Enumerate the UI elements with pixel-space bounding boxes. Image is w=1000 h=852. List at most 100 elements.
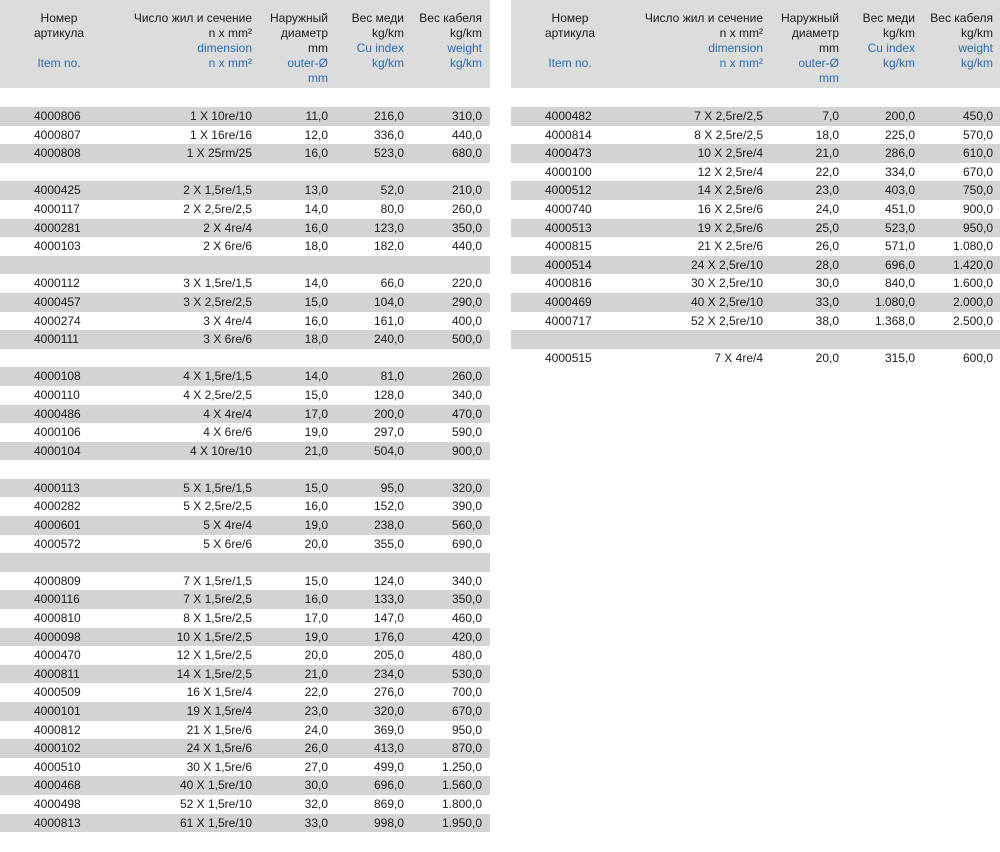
cell-dimension: 16 X 2,5re/6 — [697, 201, 763, 216]
header-line-ru: Вес меди — [351, 11, 404, 25]
cell-dimension: 1 X 16re/16 — [189, 127, 252, 142]
header-item-no: Номер артикула Item no. — [525, 11, 615, 71]
cell-cu-index: 200,0 — [373, 406, 404, 421]
table-row: 4000513 19 X 2,5re/6 25,0 523,0 950,0 — [511, 218, 1000, 238]
cell-outer-diameter: 13,0 — [304, 183, 328, 198]
cell-cu-index: 182,0 — [373, 239, 404, 254]
table-body: 4000482 7 X 2,5re/2,5 7,0 200,0 450,0 4000814… — [511, 107, 1000, 367]
cell-weight: 460,0 — [451, 611, 482, 626]
cell-weight: 500,0 — [451, 332, 482, 347]
table-row: 4000117 2 X 2,5re/2,5 14,0 80,0 260,0 — [0, 200, 490, 219]
cell-outer-diameter: 19,0 — [304, 518, 328, 533]
cell-weight: 340,0 — [451, 573, 482, 588]
cell-outer-diameter: 14,0 — [304, 276, 328, 291]
table-row: 4000106 4 X 6re/6 19,0 297,0 590,0 — [0, 423, 490, 442]
cell-outer-diameter: 17,0 — [304, 611, 328, 626]
cell-weight: 1.800,0 — [441, 796, 482, 811]
table-row: 4000740 16 X 2,5re/6 24,0 451,0 900,0 — [511, 200, 1000, 219]
cell-weight: 440,0 — [451, 127, 482, 142]
header-line-ru: артикула — [544, 26, 596, 40]
cell-weight: 350,0 — [451, 220, 482, 235]
table-row: 4000110 4 X 2,5re/2,5 15,0 128,0 340,0 — [0, 386, 490, 405]
table-row: 4000100 12 X 2,5re/4 22,0 334,0 670,0 — [511, 163, 1000, 182]
cell-weight: 390,0 — [451, 499, 482, 514]
header-line-en: Cu index — [356, 41, 404, 55]
cell-dimension: 10 X 2,5re/4 — [697, 146, 763, 161]
table-row: 4000815 21 X 2,5re/6 26,0 571,0 1.080,0 — [511, 237, 1000, 256]
cell-weight: 420,0 — [451, 629, 482, 644]
cell-outer-diameter: 16,0 — [304, 220, 328, 235]
table-row: 4000101 19 X 1,5re/4 23,0 320,0 670,0 — [0, 702, 490, 721]
header-cu-index: Вес меди kg/km Cu index kg/km — [332, 11, 404, 71]
cell-outer-diameter: 17,0 — [304, 406, 328, 421]
cell-outer-diameter: 24,0 — [304, 722, 328, 737]
table-row: 4000108 4 X 1,5re/1,5 14,0 81,0 260,0 — [0, 367, 490, 386]
header-line-ru: Вес кабеля — [930, 11, 993, 25]
cell-weight: 220,0 — [451, 276, 482, 291]
table-row: 4000098 10 X 1,5re/2,5 19,0 176,0 420,0 — [0, 627, 490, 647]
cell-outer-diameter: 18,0 — [304, 239, 328, 254]
header-line-ru: Вес меди — [862, 11, 915, 25]
cell-dimension: 2 X 4re/4 — [203, 220, 252, 235]
table-row: 4000116 7 X 1,5re/2,5 16,0 133,0 350,0 — [0, 590, 490, 610]
table-row: 4000102 24 X 1,5re/6 26,0 413,0 870,0 — [0, 739, 490, 758]
header-line-en: kg/km — [960, 56, 993, 70]
cell-dimension: 2 X 2,5re/2,5 — [183, 201, 252, 216]
header-line-ru: kg/km — [371, 26, 404, 40]
header-line-ru: mm — [308, 41, 328, 55]
cell-dimension: 3 X 4re/4 — [203, 313, 252, 328]
cell-weight: 1.950,0 — [441, 815, 482, 830]
header-line-en: outer-Ø — [287, 56, 328, 70]
header-line-en: weight — [447, 41, 482, 55]
cell-weight: 290,0 — [451, 294, 482, 309]
table-row: 4000509 16 X 1,5re/4 22,0 276,0 700,0 — [0, 683, 490, 702]
table-row: 4000498 52 X 1,5re/10 32,0 869,0 1.800,0 — [0, 795, 490, 814]
table-row: 4000457 3 X 2,5re/2,5 15,0 104,0 290,0 — [0, 292, 490, 312]
cell-weight: 260,0 — [451, 369, 482, 384]
header-line-en: Cu index — [867, 41, 915, 55]
table-row: 4000111 3 X 6re/6 18,0 240,0 500,0 — [0, 330, 490, 349]
cell-dimension: 7 X 1,5re/1,5 — [183, 573, 252, 588]
cell-outer-diameter: 30,0 — [304, 778, 328, 793]
cell-outer-diameter: 26,0 — [815, 239, 839, 254]
cell-dimension: 24 X 1,5re/6 — [186, 741, 252, 756]
cell-cu-index: 451,0 — [884, 201, 915, 216]
cell-outer-diameter: 38,0 — [815, 313, 839, 328]
table-row: 4000601 5 X 4re/4 19,0 238,0 560,0 — [0, 516, 490, 535]
cell-weight: 260,0 — [451, 201, 482, 216]
table-row: 4000281 2 X 4re/4 16,0 123,0 350,0 — [0, 218, 490, 238]
cell-outer-diameter: 26,0 — [304, 741, 328, 756]
cell-cu-index: 128,0 — [373, 387, 404, 402]
table-row: 4000425 2 X 1,5re/1,5 13,0 52,0 210,0 — [0, 181, 490, 200]
header-cu-index: Вес меди kg/km Cu index kg/km — [843, 11, 915, 71]
cell-cu-index: 52,0 — [380, 183, 404, 198]
cell-dimension: 52 X 1,5re/10 — [179, 796, 252, 811]
cell-cu-index: 95,0 — [380, 480, 404, 495]
cell-cu-index: 336,0 — [373, 127, 404, 142]
cell-outer-diameter: 16,0 — [304, 313, 328, 328]
cell-cu-index: 238,0 — [373, 518, 404, 533]
cell-weight: 900,0 — [962, 201, 993, 216]
cell-weight: 350,0 — [451, 592, 482, 607]
cell-cu-index: 355,0 — [373, 536, 404, 551]
cell-cu-index: 998,0 — [373, 815, 404, 830]
cell-dimension: 1 X 25rm/25 — [186, 146, 252, 161]
cell-dimension: 5 X 1,5re/1,5 — [183, 480, 252, 495]
header-line-en — [525, 41, 615, 56]
table-row: 4000510 30 X 1,5re/6 27,0 499,0 1.250,0 — [0, 758, 490, 777]
table-row: 4000482 7 X 2,5re/2,5 7,0 200,0 450,0 — [511, 107, 1000, 126]
table-row: 4000807 1 X 16re/16 12,0 336,0 440,0 — [0, 126, 490, 145]
table-row: 4000486 4 X 4re/4 17,0 200,0 470,0 — [0, 404, 490, 424]
header-line-ru: kg/km — [882, 26, 915, 40]
cell-cu-index: 334,0 — [884, 164, 915, 179]
cell-weight: 1.600,0 — [952, 276, 993, 291]
cell-outer-diameter: 18,0 — [304, 332, 328, 347]
header-dimension: Число жил и сечение n x mm² dimension n x m… — [110, 11, 252, 71]
cell-outer-diameter: 27,0 — [304, 759, 328, 774]
cell-cu-index: 1.080,0 — [874, 294, 915, 309]
table-row: 4000512 14 X 2,5re/6 23,0 403,0 750,0 — [511, 181, 1000, 200]
cell-outer-diameter: 33,0 — [815, 294, 839, 309]
cell-cu-index: 696,0 — [884, 257, 915, 272]
cell-outer-diameter: 22,0 — [304, 685, 328, 700]
cell-weight: 1.420,0 — [952, 257, 993, 272]
